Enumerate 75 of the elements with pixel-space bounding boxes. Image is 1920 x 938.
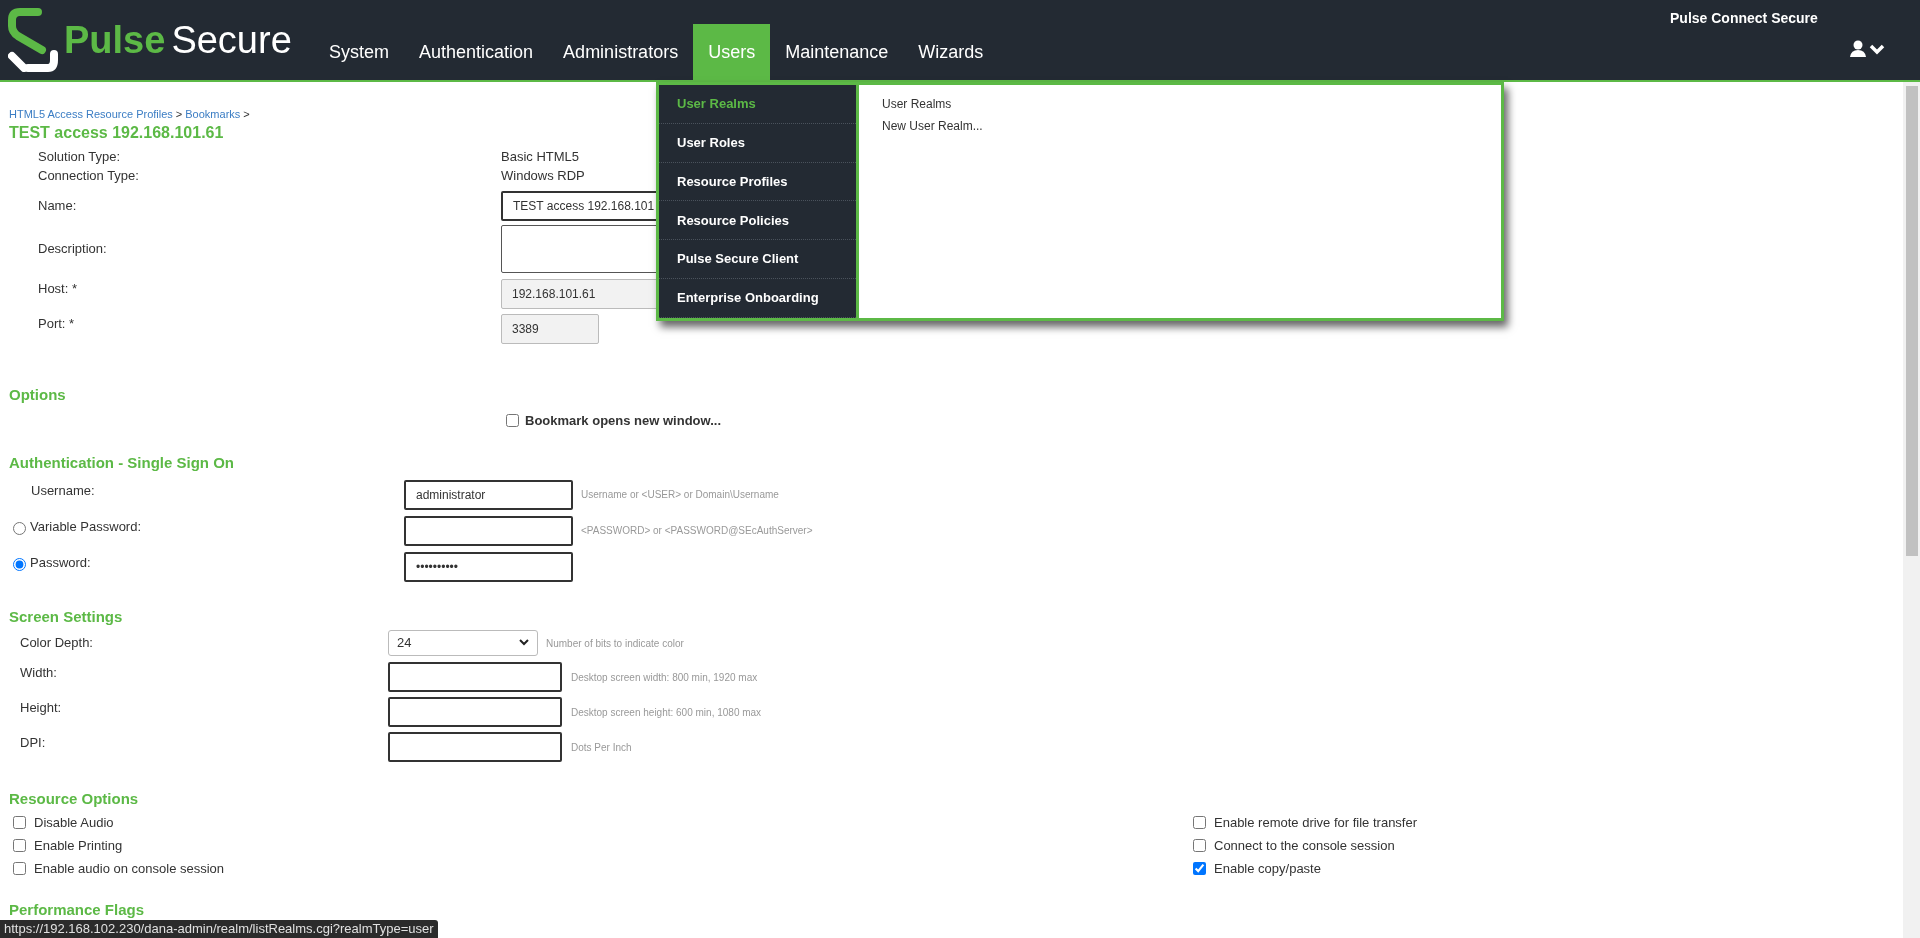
field-label: Username:: [31, 481, 95, 500]
scrollbar[interactable]: [1903, 82, 1920, 938]
checkbox[interactable]: [1193, 839, 1206, 852]
field-label: Solution Type:: [38, 147, 122, 166]
field-label: Name:: [38, 196, 78, 215]
menu-item[interactable]: Resource Policies: [659, 201, 856, 241]
logo-text: Secure: [171, 21, 292, 59]
checkbox[interactable]: [13, 862, 26, 875]
checkbox[interactable]: [13, 816, 26, 829]
field-label: Color Depth:: [20, 633, 94, 652]
port-field[interactable]: 3389: [501, 314, 599, 344]
section-heading: Performance Flags: [9, 899, 146, 920]
section-heading: Resource Options: [9, 788, 139, 809]
section-heading: Authentication - Single Sign On: [9, 452, 234, 473]
radio-button[interactable]: [13, 557, 26, 571]
menu-item[interactable]: User Roles: [659, 123, 856, 163]
field-hint: Username or <USER> or Domain\Username: [581, 488, 779, 502]
field-label: Host: *: [38, 280, 78, 298]
checkbox-label: Connect to the console session: [1214, 836, 1395, 855]
chevron-icon: [519, 639, 529, 646]
field-label: Description:: [38, 240, 108, 259]
menu-link[interactable]: User Realms: [882, 95, 952, 113]
nav-tab[interactable]: Administrators: [548, 24, 694, 80]
checkbox-label: Enable audio on console session: [34, 859, 225, 878]
logo-text: Pulse: [64, 21, 166, 59]
section-heading: Screen Settings: [9, 606, 123, 627]
checkbox-label: Enable copy/paste: [1214, 859, 1321, 878]
menu-link[interactable]: New User Realm...: [882, 117, 983, 135]
nav-tab[interactable]: Maintenance: [770, 24, 904, 80]
field-label: Width:: [20, 663, 58, 682]
checkbox[interactable]: [13, 839, 26, 852]
field-label: DPI:: [20, 733, 47, 752]
menu-item[interactable]: Resource Profiles: [659, 162, 856, 202]
nav-tab[interactable]: System: [314, 24, 404, 80]
password-field[interactable]: [404, 515, 573, 546]
field-hint: Dots Per Inch: [571, 740, 632, 755]
breadcrumb-separator: >: [175, 107, 183, 123]
checkbox-label: Enable Printing: [34, 836, 123, 855]
field-hint: Desktop screen height: 600 min, 1080 max: [571, 705, 762, 720]
field-label: Height:: [20, 698, 63, 717]
field-label: Variable Password:: [30, 517, 142, 536]
password-field[interactable]: ••••••••••: [404, 551, 573, 582]
checkbox-label: Enable remote drive for file transfer: [1214, 813, 1418, 832]
menu-item[interactable]: User Realms: [659, 85, 856, 124]
logo-icon: [8, 8, 58, 72]
checkbox-label: Disable Audio: [34, 813, 114, 832]
input-field[interactable]: [388, 732, 562, 762]
checkbox-label: Bookmark opens new window...: [525, 412, 721, 430]
breadcrumb-link[interactable]: HTML5 Access Resource Profiles: [9, 106, 173, 123]
section-heading: Options: [9, 385, 67, 405]
checkbox[interactable]: [1193, 862, 1206, 875]
status-url: https://192.168.102.230/dana-admin/realm/listRealms.cgi?realmType=user: [0, 920, 438, 938]
checkbox[interactable]: [1193, 816, 1206, 829]
field-label: Connection Type:: [38, 166, 140, 185]
page-title: TEST access 192.168.101.61: [9, 123, 224, 143]
field-value: Basic HTML5: [501, 147, 580, 166]
field-hint: Desktop screen width: 800 min, 1920 max: [571, 670, 758, 685]
product-name: Pulse Connect Secure: [1670, 9, 1818, 28]
menu-item[interactable]: Enterprise Onboarding: [659, 279, 856, 318]
breadcrumb-link[interactable]: Bookmarks: [185, 106, 241, 123]
menu-item[interactable]: Pulse Secure Client: [659, 240, 856, 280]
checkbox[interactable]: [506, 414, 519, 428]
nav-tab[interactable]: Authentication: [404, 24, 549, 80]
field-hint: Number of bits to indicate color: [546, 636, 684, 651]
radio-button[interactable]: [13, 521, 26, 535]
color-depth-dropdown[interactable]: 24: [388, 629, 538, 656]
field-value: Windows RDP: [501, 166, 585, 185]
nav-tab[interactable]: Wizards: [903, 24, 999, 80]
field-hint: <PASSWORD> or <PASSWORD@SEcAuthServer>: [581, 524, 813, 538]
input-field[interactable]: [388, 697, 562, 727]
field-label: Port: *: [38, 315, 76, 333]
username-field[interactable]: administrator: [404, 479, 573, 510]
breadcrumb-separator: >: [243, 107, 250, 123]
field-label: Password:: [30, 553, 91, 572]
input-field[interactable]: [388, 662, 562, 692]
